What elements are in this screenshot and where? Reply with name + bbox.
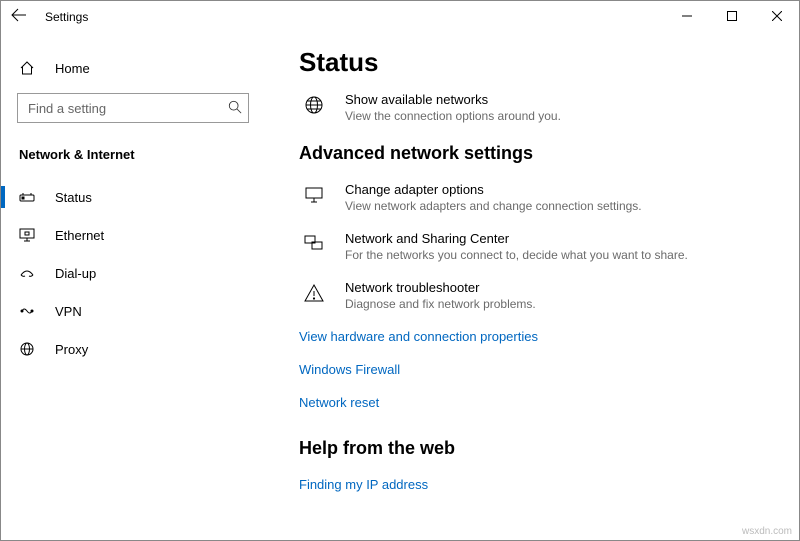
link-network-reset[interactable]: Network reset [299,395,783,410]
section-advanced: Advanced network settings [299,143,783,164]
link-windows-firewall[interactable]: Windows Firewall [299,362,783,377]
sidebar-item-dialup[interactable]: Dial-up [1,254,269,292]
status-icon [19,189,41,205]
dialup-icon [19,265,41,281]
tile-adapter-options[interactable]: Change adapter options View network adap… [299,182,783,213]
home-icon [19,60,41,76]
window-title: Settings [45,10,88,24]
home-button[interactable]: Home [1,51,269,85]
sidebar-item-label: Dial-up [55,266,96,281]
section-help: Help from the web [299,438,783,459]
warning-icon [299,282,329,304]
tile-label: Network troubleshooter [345,280,536,295]
content-pane: Status Show available networks View the … [269,33,799,540]
category-title: Network & Internet [1,123,269,172]
page-title: Status [299,47,783,78]
sidebar-item-ethernet[interactable]: Ethernet [1,216,269,254]
tile-desc: View the connection options around you. [345,109,561,123]
search-input[interactable] [26,100,228,117]
window-controls [664,1,799,31]
globe-icon [299,94,329,116]
tile-troubleshooter[interactable]: Network troubleshooter Diagnose and fix … [299,280,783,311]
tile-label: Change adapter options [345,182,642,197]
tile-desc: View network adapters and change connect… [345,199,642,213]
tile-desc: Diagnose and fix network problems. [345,297,536,311]
maximize-button[interactable] [709,1,754,31]
ethernet-icon [19,227,41,243]
sharing-icon [299,233,329,255]
minimize-button[interactable] [664,1,709,31]
sidebar-item-proxy[interactable]: Proxy [1,330,269,368]
tile-show-networks[interactable]: Show available networks View the connect… [299,92,783,123]
search-box[interactable] [17,93,249,123]
sidebar-item-label: Proxy [55,342,88,357]
sidebar: Home Network & Internet Statu [1,33,269,540]
sidebar-item-label: Ethernet [55,228,104,243]
sidebar-item-label: Status [55,190,92,205]
tile-sharing-center[interactable]: Network and Sharing Center For the netwo… [299,231,783,262]
tile-label: Network and Sharing Center [345,231,688,246]
search-icon [228,100,242,117]
tile-desc: For the networks you connect to, decide … [345,248,688,262]
adapter-icon [299,184,329,206]
tile-label: Show available networks [345,92,561,107]
back-button[interactable] [1,7,37,28]
proxy-icon [19,341,41,357]
watermark: wsxdn.com [742,526,792,537]
sidebar-item-status[interactable]: Status [1,178,269,216]
link-find-ip[interactable]: Finding my IP address [299,477,783,492]
vpn-icon [19,303,41,319]
link-view-hardware[interactable]: View hardware and connection properties [299,329,783,344]
close-button[interactable] [754,1,799,31]
sidebar-item-label: VPN [55,304,82,319]
titlebar: Settings [1,1,799,33]
home-label: Home [55,61,90,76]
sidebar-item-vpn[interactable]: VPN [1,292,269,330]
